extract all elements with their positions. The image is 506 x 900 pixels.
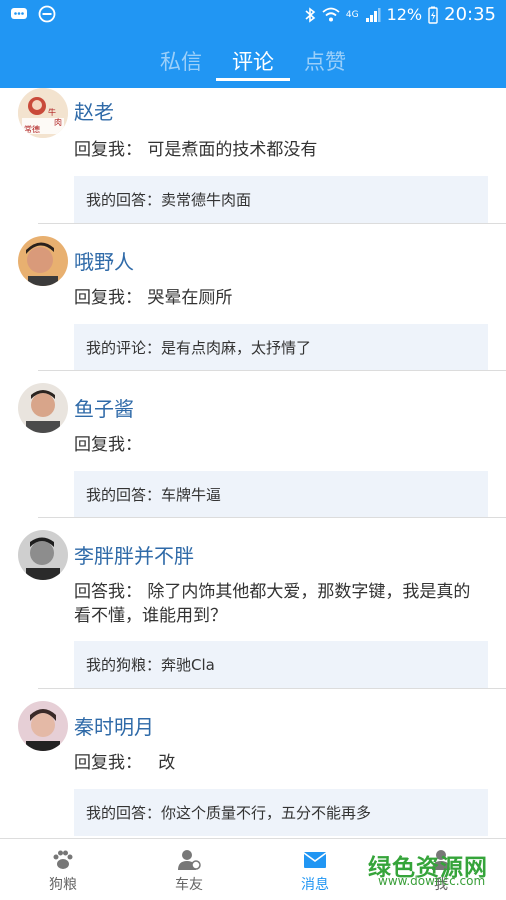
avatar[interactable] [18,383,68,433]
nav-label: 消息 [301,877,329,893]
commenter-name[interactable]: 秦时明月 [74,711,154,740]
svg-text:牛: 牛 [48,107,56,117]
nav-car-friends[interactable]: 车友 [126,839,252,900]
svg-text:常德: 常德 [24,124,40,134]
my-answer-text: 我的回答：你这个质量不行，五分不能再多 [86,804,372,822]
watermark-url: www.downcc.com [378,874,486,888]
battery-percent: 12% [386,5,423,24]
chat-notification-icon [11,8,27,19]
paw-icon [53,850,73,869]
avatar[interactable] [18,530,68,580]
commenter-name[interactable]: 赵老 [74,96,114,125]
status-bar: 4G 12% 20:35 [0,0,506,30]
comment-item[interactable]: 秦时明月 回复我： 改 我的回答：你这个质量不行，五分不能再多 [0,689,506,838]
comment-item[interactable]: 哦野人 回复我： 哭晕在厕所 我的评论：是有点肉麻，太抒情了 [0,224,506,371]
commenter-name[interactable]: 鱼子酱 [74,393,134,422]
battery-icon [428,6,438,24]
clock: 20:35 [444,4,496,25]
avatar[interactable] [18,236,68,286]
nav-label: 车友 [175,877,203,893]
bluetooth-icon [305,6,316,23]
app-header: 4G 12% 20:35 私信 评论 点赞 [0,0,506,88]
reply-text: 回复我： 哭晕在厕所 [74,288,233,308]
my-answer-text: 我的评论：是有点肉麻，太抒情了 [86,339,312,357]
comment-item[interactable]: 鱼子酱 回复我： 我的回答：车牌牛逼 [0,371,506,518]
comment-item[interactable]: 李胖胖并不胖 回答我： 除了内饰其他都大爱，那数字键，我是真的看不懂，谁能用到？… [0,518,506,689]
reply-text: 回答我： 除了内饰其他都大爱，那数字键，我是真的看不懂，谁能用到？ [74,582,471,626]
network-type: 4G [345,9,359,20]
avatar[interactable]: 牛 肉 常德 [18,88,68,138]
active-tab-indicator [216,78,290,81]
commenter-name[interactable]: 哦野人 [74,246,134,275]
tab-private-messages[interactable]: 私信 [144,46,218,76]
comment-item[interactable]: 牛 肉 常德 赵老 回复我： 可是煮面的技术都没有 我的回答：卖常德牛肉面 [0,88,506,224]
comment-list[interactable]: 牛 肉 常德 赵老 回复我： 可是煮面的技术都没有 我的回答：卖常德牛肉面 哦野… [0,88,506,838]
my-answer-text: 我的回答：卖常德牛肉面 [86,191,252,209]
reply-text: 回复我： 可是煮面的技术都没有 [74,140,318,160]
signal-icon [365,7,381,22]
tab-comments[interactable]: 评论 [216,46,290,76]
commenter-name[interactable]: 李胖胖并不胖 [74,540,194,569]
my-answer: 我的回答：卖常德牛肉面 [74,176,488,223]
mail-icon [303,852,327,868]
my-answer: 我的评论：是有点肉麻，太抒情了 [74,324,488,371]
person-icon [178,850,201,870]
my-answer: 我的回答：你这个质量不行，五分不能再多 [74,789,488,836]
tab-likes[interactable]: 点赞 [288,46,362,76]
reply-text: 回复我： 改 [74,753,176,773]
nav-dogfood[interactable]: 狗粮 [0,839,126,900]
my-answer-text: 我的回答：车牌牛逼 [86,486,222,504]
my-answer: 我的回答：车牌牛逼 [74,471,488,518]
my-answer: 我的狗粮：奔驰Cla [74,641,488,688]
watermark: 绿色资源网 www.downcc.com [368,848,500,892]
reply-text: 回复我： [74,435,142,455]
nav-label: 狗粮 [49,877,77,893]
my-answer-text: 我的狗粮：奔驰Cla [86,656,215,674]
do-not-disturb-icon [38,5,56,23]
wifi-icon [322,7,340,21]
tab-bar: 私信 评论 点赞 [0,40,506,88]
nav-messages[interactable]: 消息 [252,839,378,900]
avatar[interactable] [18,701,68,751]
svg-text:肉: 肉 [54,117,62,127]
